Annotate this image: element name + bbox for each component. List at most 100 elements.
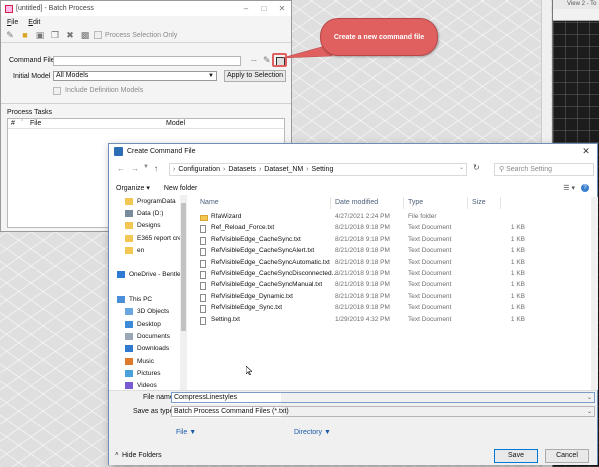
nav-item[interactable]: 3D Objects (109, 306, 187, 318)
file-row[interactable]: RefVisibleEdge_CacheSyncAutomatic.txt 8/2… (195, 258, 587, 269)
file-row[interactable]: RefVisibleEdge_CacheSyncDisconnected....… (195, 269, 587, 280)
breadcrumb-dataset-nm[interactable]: Dataset_NM (264, 166, 303, 173)
nav-scrollbar[interactable] (180, 195, 187, 390)
folder-icon (125, 234, 133, 242)
file-dropdown[interactable]: File ▼ (176, 429, 196, 436)
nav-item[interactable]: Downloads (109, 343, 187, 355)
file-name: RefVisibleEdge_CacheSync.txt (211, 235, 301, 243)
nav-item[interactable]: Desktop (109, 318, 187, 330)
hide-folders-button[interactable]: Hide Folders (122, 452, 162, 459)
initial-model-select[interactable]: All Models ▼ (53, 71, 217, 81)
file-row[interactable]: RefVisibleEdge_Dynamic.txt 8/21/2018 9:18… (195, 292, 587, 303)
include-definition-checkbox[interactable] (53, 87, 61, 95)
nav-item[interactable]: This PC (109, 293, 187, 305)
file-row[interactable]: Ref_Reload_Force.txt 8/21/2018 9:18 PM Tex… (195, 223, 587, 234)
folder-icon (125, 246, 133, 254)
process-icon[interactable]: ▩ (79, 29, 91, 41)
nav-item[interactable]: Designs (109, 220, 187, 232)
edit-pencil-icon[interactable]: ✎ (263, 55, 271, 66)
command-file-field[interactable] (53, 56, 241, 66)
organize-menu[interactable]: Organize ▾ (116, 184, 150, 192)
search-input[interactable]: ⚲ Search Setting (494, 163, 594, 176)
up-arrow-icon[interactable]: ↑ (154, 164, 158, 173)
delete-icon[interactable]: ✖ (64, 29, 76, 41)
address-bar[interactable]: › Configuration › Datasets › Dataset_NM … (169, 163, 467, 176)
file-name: RefVisibleEdge_Dynamic.txt (211, 292, 293, 300)
text-file-icon (200, 259, 206, 268)
recent-chevron-icon[interactable]: ▼ (143, 164, 149, 170)
app-icon (5, 4, 13, 13)
view-toolbar (553, 9, 599, 21)
search-placeholder: Search Setting (506, 166, 553, 173)
folder-icon (125, 197, 133, 205)
file-name: RefVisibleEdge_CacheSyncAlert.txt (211, 247, 315, 255)
nav-item[interactable]: ProgramData (109, 195, 187, 207)
address-chevron-icon[interactable]: ⌄ (459, 164, 464, 171)
process-tasks-label: Process Tasks (7, 109, 52, 116)
apply-to-selection-button[interactable]: Apply to Selection (224, 70, 286, 82)
minimize-icon[interactable]: – (237, 4, 255, 13)
close-icon[interactable]: ✕ (575, 146, 597, 157)
nav-item-label: ProgramData (137, 197, 176, 205)
file-row[interactable]: RefVisibleEdge_CacheSyncAlert.txt 8/21/20… (195, 246, 587, 257)
cancel-button[interactable]: Cancel (545, 449, 589, 463)
process-selection-only-label: Process Selection Only (105, 31, 178, 39)
close-icon[interactable]: ✕ (273, 4, 291, 13)
tasks-col-file[interactable]: File (30, 120, 41, 127)
breadcrumb-datasets[interactable]: Datasets (228, 166, 256, 173)
back-arrow-icon[interactable]: ← (117, 164, 125, 173)
col-name[interactable]: Name (200, 199, 219, 206)
save-button[interactable]: Save (494, 449, 538, 463)
pictures-icon (125, 369, 133, 377)
copy-icon[interactable]: ❐ (49, 29, 61, 41)
nav-item[interactable]: Pictures (109, 367, 187, 379)
file-row[interactable]: RefVisibleEdge_Sync.txt 8/21/2018 9:18 PM… (195, 303, 587, 314)
text-file-icon (200, 270, 206, 279)
file-date: 8/21/2018 9:18 PM (335, 235, 390, 243)
save-icon[interactable]: ▣ (34, 29, 46, 41)
nav-item[interactable]: Documents (109, 330, 187, 342)
file-type: Text Document (408, 258, 452, 266)
file-row[interactable]: Setting.txt 1/29/2019 4:32 PM Text Documen… (195, 315, 587, 326)
tasks-col-model[interactable]: Model (166, 120, 185, 127)
directory-dropdown[interactable]: Directory ▼ (294, 429, 331, 436)
process-selection-only-checkbox[interactable] (94, 31, 102, 39)
file-name-input[interactable]: CompressLinestyles ⌄ (171, 392, 595, 403)
file-name: RefVisibleEdge_CacheSyncManual.txt (211, 281, 323, 289)
nav-item[interactable]: OneDrive - Bentle (109, 269, 187, 281)
browse-ellipsis-button[interactable]: ... (251, 56, 257, 63)
view-options-icon[interactable]: ☰ ▾ (563, 184, 575, 192)
nav-item[interactable]: en (109, 244, 187, 256)
nav-scrollbar-thumb[interactable] (181, 203, 186, 331)
col-size[interactable]: Size (472, 199, 486, 206)
nav-item[interactable]: Music (109, 355, 187, 367)
forward-arrow-icon[interactable]: → (131, 164, 139, 173)
file-row[interactable]: RefVisibleEdge_CacheSync.txt 8/21/2018 9:… (195, 235, 587, 246)
file-row[interactable]: RefVisibleEdge_CacheSyncManual.txt 8/21/2… (195, 280, 587, 291)
chevron-up-icon[interactable]: ˄ (115, 452, 119, 458)
menu-file[interactable]: File (7, 19, 18, 26)
nav-item[interactable]: Videos (109, 379, 187, 390)
tasks-col-number[interactable]: # (11, 120, 15, 127)
refresh-icon[interactable]: ↻ (473, 163, 480, 172)
col-date-modified[interactable]: Date modified (335, 199, 378, 206)
nav-item[interactable]: E365 report crea (109, 232, 187, 244)
file-list-scrollbar[interactable] (591, 197, 598, 390)
divider (1, 103, 291, 104)
save-as-type-value: Batch Process Command Files (*.txt) (174, 408, 289, 415)
menu-edit[interactable]: Edit (28, 19, 40, 26)
save-as-type-select[interactable]: Batch Process Command Files (*.txt) ⌄ (171, 406, 595, 417)
new-folder-button[interactable]: New folder (164, 185, 197, 192)
breadcrumb-setting[interactable]: Setting (312, 166, 334, 173)
open-folder-icon[interactable]: ■ (19, 29, 31, 41)
nav-item[interactable]: Data (D:) (109, 207, 187, 219)
breadcrumb-configuration[interactable]: Configuration (178, 166, 220, 173)
folder-row[interactable]: RfaWizard 4/27/2021 2:24 PM File folder (195, 212, 587, 223)
initial-model-label: Initial Model (13, 73, 51, 80)
text-file-icon (200, 305, 206, 314)
file-date: 4/27/2021 2:24 PM (335, 213, 390, 220)
new-file-icon[interactable]: ✎ (4, 29, 16, 41)
help-icon[interactable]: ? (581, 184, 589, 192)
maximize-icon[interactable]: □ (255, 4, 273, 13)
col-type[interactable]: Type (408, 199, 423, 206)
